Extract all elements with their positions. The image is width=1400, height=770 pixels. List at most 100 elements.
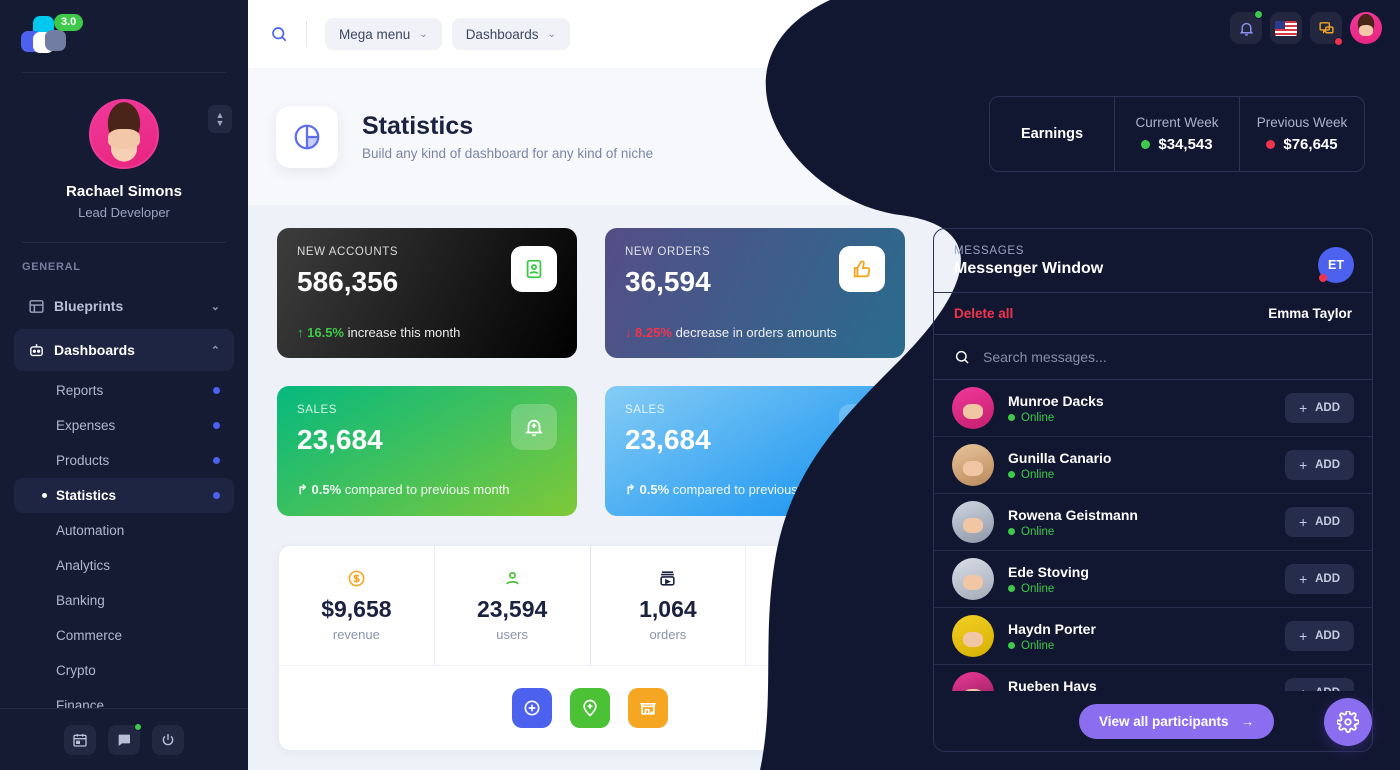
card-foot-text: compared to previous month: [669, 482, 838, 497]
flag-us-icon[interactable]: [1270, 12, 1302, 44]
contact-info: Rowena Geistmann Online: [1008, 507, 1285, 538]
sidebar-item-banking[interactable]: Banking: [14, 583, 234, 618]
contact-info: Ede Stoving Online: [1008, 564, 1285, 595]
list-item[interactable]: Munroe Dacks Online + ADD: [934, 380, 1372, 437]
status-dot-icon: [213, 457, 220, 464]
card-trend: ↑ 16.5%: [297, 325, 344, 340]
busy-indicator-icon: [1319, 274, 1327, 282]
calendar-icon[interactable]: [64, 724, 96, 755]
status-dot-icon: [1266, 140, 1276, 149]
list-item[interactable]: Haydn Porter Online + ADD: [934, 608, 1372, 665]
plus-icon: +: [1298, 457, 1308, 473]
logo-row[interactable]: 3.0: [0, 0, 248, 72]
sidebar-label-statistics: Statistics: [56, 488, 117, 503]
chat-icon[interactable]: [108, 722, 142, 755]
sidebar-item-commerce[interactable]: Commerce: [14, 618, 234, 653]
sidebar-item-reports[interactable]: Reports: [14, 373, 234, 408]
sidebar-item-dashboards[interactable]: Dashboards ⌃: [14, 329, 234, 371]
contact-info: Rueben Havs Online: [1008, 678, 1285, 692]
search-input[interactable]: [983, 349, 1352, 365]
chevron-down-icon: ⌄: [419, 28, 428, 40]
topbar: Mega menu ⌄ Dashboards ⌄: [248, 0, 1400, 68]
bell-icon[interactable]: [1230, 10, 1263, 44]
view-all-label: View all participants: [1099, 713, 1229, 729]
active-marker-icon: [42, 493, 47, 498]
add-contact-button[interactable]: +ADD: [1284, 564, 1354, 594]
version-badge: 3.0: [54, 14, 84, 32]
dashboards-menu-button[interactable]: Dashboards ⌄: [451, 18, 570, 50]
status-dot-icon: [213, 422, 220, 429]
sidebar-label-crypto: Crypto: [56, 663, 96, 678]
metric-revenue: $9,658 revenue: [279, 546, 435, 665]
add-contact-button[interactable]: +ADD: [1284, 678, 1354, 691]
message-alert-indicator-icon: [1334, 37, 1343, 46]
messenger-search[interactable]: [934, 335, 1372, 380]
logo-blob-right: [45, 30, 66, 51]
metric-label: users: [496, 627, 529, 642]
mega-menu-button[interactable]: Mega menu ⌄: [325, 18, 442, 50]
plus-icon: +: [1298, 628, 1308, 644]
stat-card-new-orders: NEW ORDERS 36,594 ↓ 8.25% decrease in or…: [605, 228, 905, 358]
sidebar-item-automation[interactable]: Automation: [14, 513, 234, 548]
blueprint-icon: [28, 298, 54, 315]
power-icon[interactable]: [152, 724, 184, 755]
us-flag-graphic: [1275, 20, 1297, 36]
archive-icon: [658, 569, 677, 588]
contact-list: Munroe Dacks Online + ADD Gunilla Canario…: [934, 380, 1372, 691]
metric-label: orders: [805, 627, 843, 642]
sidebar-item-analytics[interactable]: Analytics: [14, 548, 234, 583]
delete-all-button[interactable]: Delete all: [954, 306, 1013, 321]
sidebar-label-expenses: Expenses: [56, 418, 116, 433]
location-pin-icon[interactable]: [570, 687, 610, 728]
sidebar-label-banking: Banking: [56, 593, 105, 608]
gear-icon[interactable]: [1324, 698, 1372, 746]
profile-avatar[interactable]: [89, 99, 159, 169]
profile-switch-button[interactable]: ▲ ▼: [208, 105, 232, 133]
contact-name: Rueben Havs: [1008, 677, 1097, 692]
messenger-avatar[interactable]: ET: [1318, 247, 1354, 283]
card-foot-text: decrease in orders amounts: [672, 325, 837, 340]
metric-orders-2: 9,678M orders: [746, 546, 901, 665]
list-item[interactable]: Ede Stoving Online + ADD: [934, 551, 1372, 608]
list-item[interactable]: Rueben Havs Online +ADD: [934, 665, 1372, 691]
list-item[interactable]: Rowena Geistmann Online + ADD: [934, 494, 1372, 551]
contact-status: Online: [1008, 526, 1285, 538]
sidebar-item-expenses[interactable]: Expenses: [14, 408, 234, 443]
add-contact-button[interactable]: +ADD: [1284, 621, 1354, 651]
contact-status: Online: [1008, 640, 1285, 652]
thumbs-up-icon: [839, 246, 885, 292]
stat-card-new-accounts: NEW ACCOUNTS 586,356 ↑ 16.5% increase th…: [277, 228, 577, 358]
stat-card-sales-green: SALES 23,684 ↱ 0.5% compared to previous…: [277, 386, 577, 516]
plus-circle-icon[interactable]: [512, 687, 552, 728]
calculator-icon: [814, 569, 833, 588]
search-icon[interactable]: [270, 25, 288, 43]
store-add-icon[interactable]: [628, 687, 668, 728]
sidebar-item-blueprints[interactable]: Blueprints ⌄: [14, 285, 234, 327]
list-item[interactable]: Gunilla Canario Online + ADD: [934, 437, 1372, 494]
add-contact-button[interactable]: +ADD: [1284, 450, 1354, 480]
avatar[interactable]: [1350, 12, 1382, 44]
plus-icon: +: [1298, 400, 1308, 416]
metric-label: orders: [649, 627, 687, 642]
stat-cards: NEW ACCOUNTS 586,356 ↑ 16.5% increase th…: [277, 228, 905, 544]
card-trend: ↱ 0.5%: [625, 482, 670, 497]
contact-info: Munroe Dacks Online: [1008, 393, 1285, 424]
view-all-participants-button[interactable]: View all participants →: [1079, 703, 1275, 739]
sidebar-item-crypto[interactable]: Crypto: [14, 653, 234, 688]
app-logo-icon: 3.0: [18, 14, 84, 58]
add-contact-button[interactable]: +ADD: [1284, 507, 1354, 537]
sidebar-item-products[interactable]: Products: [14, 443, 234, 478]
coin-dollar-icon: [347, 569, 366, 588]
add-contact-button[interactable]: +ADD: [1284, 393, 1354, 423]
sidebar-item-statistics[interactable]: Statistics: [14, 478, 234, 513]
earnings-cell-title: Current Week: [1135, 115, 1219, 130]
messages-icon[interactable]: [1310, 12, 1343, 46]
sidebar-item-finance[interactable]: Finance: [14, 688, 234, 708]
sidebar-label-analytics: Analytics: [56, 558, 111, 573]
chevron-down-icon: ⌄: [547, 28, 556, 40]
profile-role: Lead Developer: [78, 205, 170, 220]
avatar: [952, 444, 994, 486]
plus-icon: +: [1298, 571, 1308, 587]
earnings-previous-week: Previous Week $76,645: [1240, 97, 1364, 171]
avatar: [952, 558, 994, 600]
